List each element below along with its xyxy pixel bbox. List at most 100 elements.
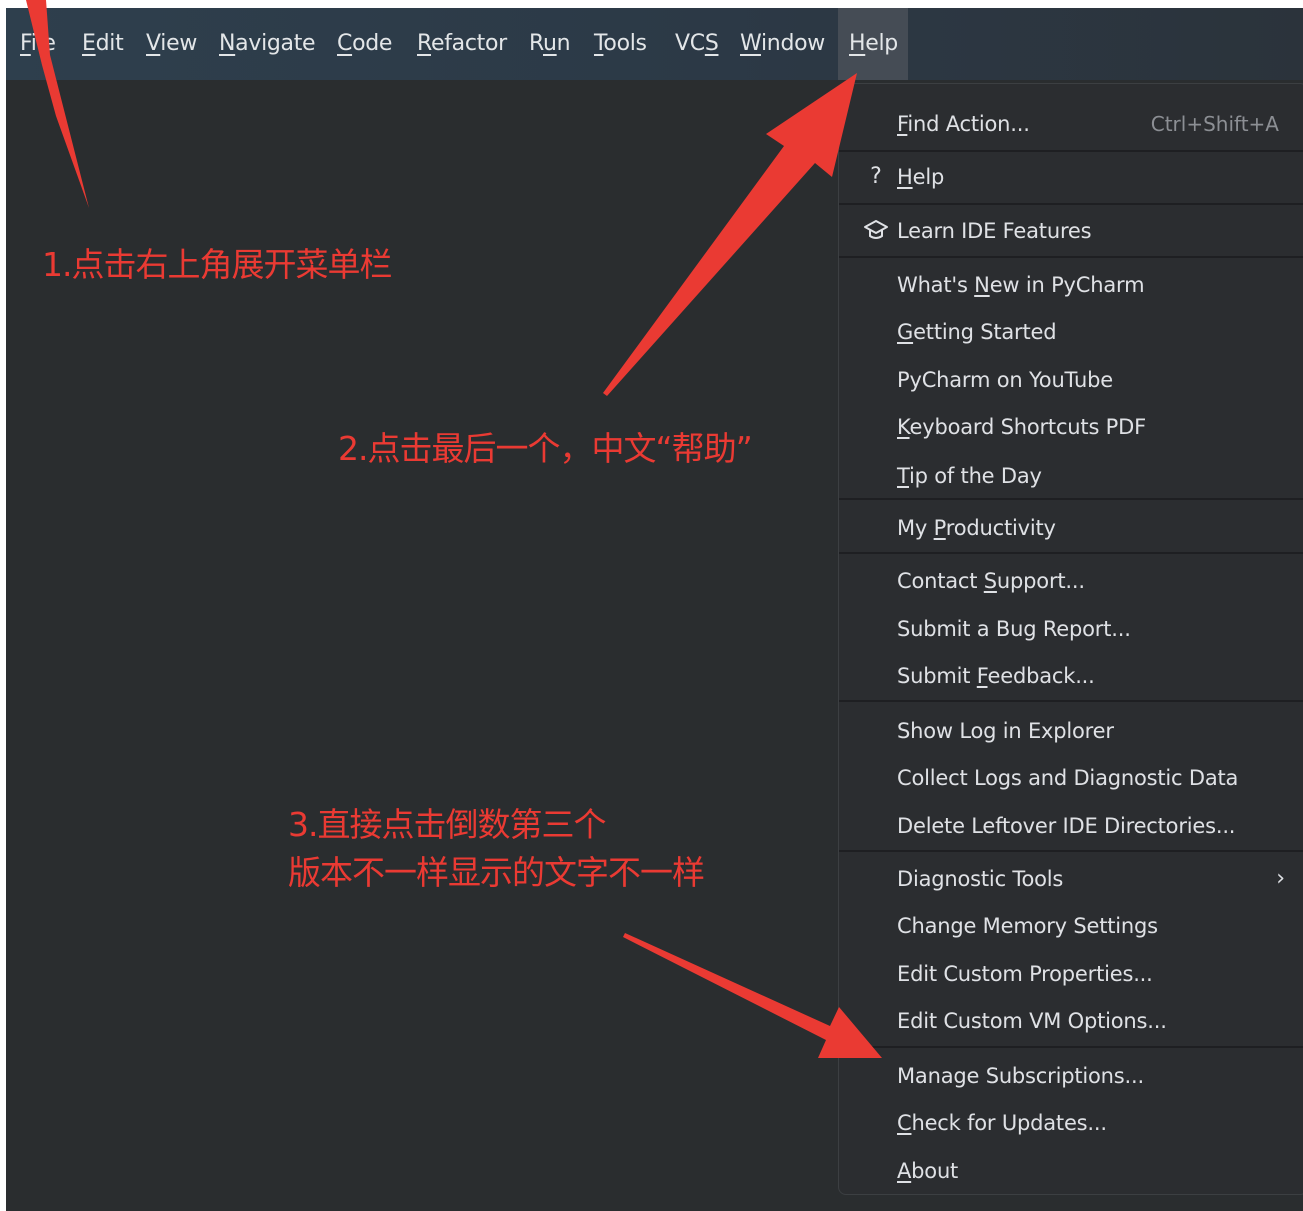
label-mnemonic: H (897, 165, 913, 189)
menu-item-change-memory-settings[interactable]: Change Memory Settings (839, 903, 1303, 949)
menu-run[interactable]: Run (529, 26, 571, 62)
menu-separator (839, 150, 1303, 152)
label-mnemonic: K (897, 415, 910, 439)
menu-item-keyboard-shortcuts-pdf[interactable]: Keyboard Shortcuts PDF (839, 404, 1303, 450)
menu-vcs[interactable]: VCS (675, 26, 719, 62)
label-post: roductivity (945, 516, 1056, 540)
menu-window-mnemonic: W (740, 31, 761, 56)
label-post: ip of the Day (908, 464, 1042, 488)
menu-item-manage-subscriptions[interactable]: Manage Subscriptions... (839, 1053, 1303, 1099)
menu-item-label: Keyboard Shortcuts PDF (897, 404, 1146, 450)
menu-item-label: Collect Logs and Diagnostic Data (897, 755, 1238, 801)
menu-tools-post: ools (603, 31, 647, 56)
label-post: bout (911, 1159, 959, 1183)
menu-item-diagnostic-tools[interactable]: Diagnostic Tools › (839, 856, 1303, 902)
menu-navigate[interactable]: Navigate (219, 26, 316, 62)
menu-tools[interactable]: Tools (594, 26, 647, 62)
menu-help[interactable]: Help (849, 26, 898, 62)
menu-refactor-post: efactor (431, 31, 507, 56)
menu-view-mnemonic: V (146, 31, 161, 56)
menu-item-label: Change Memory Settings (897, 903, 1158, 949)
menu-item-label: Edit Custom Properties... (897, 951, 1153, 997)
menu-item-contact-support[interactable]: Contact Support... (839, 558, 1303, 604)
menu-tools-mnemonic: T (594, 31, 604, 56)
question-icon: ? (870, 164, 882, 189)
menu-item-label: My Productivity (897, 505, 1056, 551)
menu-item-about[interactable]: About (839, 1148, 1303, 1194)
label-post: heck for Updates... (911, 1111, 1107, 1135)
chevron-right-icon: › (1276, 866, 1285, 891)
menu-item-check-for-updates[interactable]: Check for Updates... (839, 1100, 1303, 1146)
menu-item-label: Manage Subscriptions... (897, 1053, 1144, 1099)
label-post: ind Action... (907, 112, 1030, 136)
label-post: eyboard Shortcuts PDF (909, 415, 1147, 439)
label-pre: Diagnostic Tools (897, 867, 1064, 891)
menu-item-show-log[interactable]: Show Log in Explorer (839, 708, 1303, 754)
menu-vcs-mnemonic: S (704, 31, 719, 56)
label-pre: My (897, 516, 934, 540)
menu-window-post: indow (760, 31, 825, 56)
menu-item-label: Learn IDE Features (897, 208, 1092, 254)
menu-file[interactable]: File (20, 26, 56, 62)
label-pre: What's (897, 273, 975, 297)
menu-item-label: Show Log in Explorer (897, 708, 1114, 754)
menu-item-label: Tip of the Day (897, 453, 1042, 499)
menu-item-collect-logs[interactable]: Collect Logs and Diagnostic Data (839, 755, 1303, 801)
label-mnemonic: A (897, 1159, 912, 1183)
label-post: ew in PyCharm (989, 273, 1145, 297)
menu-code[interactable]: Code (337, 26, 392, 62)
menu-item-learn-ide-features[interactable]: Learn IDE Features (839, 208, 1303, 254)
menu-item-edit-custom-properties[interactable]: Edit Custom Properties... (839, 951, 1303, 997)
menu-help-post: elp (865, 31, 898, 56)
menu-item-help[interactable]: ? Help (839, 154, 1303, 200)
label-mnemonic: P (933, 516, 946, 540)
label-pre: Submit (897, 664, 977, 688)
label-pre: Submit a Bug Report... (897, 617, 1131, 641)
menu-run-post: n (556, 31, 571, 56)
label-pre: PyCharm on YouTube (897, 368, 1113, 392)
label-mnemonic: C (897, 1111, 912, 1135)
label-post: eedback... (987, 664, 1095, 688)
label-mnemonic: G (897, 320, 914, 344)
menu-vcs-pre: VC (675, 31, 705, 56)
label-pre: Show Log in Explorer (897, 719, 1114, 743)
menu-item-edit-custom-vm-options[interactable]: Edit Custom VM Options... (839, 998, 1303, 1044)
menu-item-label: About (897, 1148, 958, 1194)
menu-item-getting-started[interactable]: Getting Started (839, 309, 1303, 355)
menu-item-delete-leftover-dirs[interactable]: Delete Leftover IDE Directories... (839, 803, 1303, 849)
menu-item-whats-new[interactable]: What's New in PyCharm (839, 262, 1303, 308)
annotation-step-3-line-2: 版本不一样显示的文字不一样 (288, 853, 705, 892)
label-post: etting Started (913, 320, 1057, 344)
menu-file-post: ile (30, 31, 56, 56)
label-post: elp (912, 165, 945, 189)
menu-file-mnemonic: F (20, 31, 31, 56)
menu-edit[interactable]: Edit (82, 26, 124, 62)
menu-item-submit-bug-report[interactable]: Submit a Bug Report... (839, 606, 1303, 652)
menu-separator (839, 850, 1303, 852)
menu-item-tip-of-the-day[interactable]: Tip of the Day (839, 453, 1303, 499)
menu-item-label: Getting Started (897, 309, 1057, 355)
menu-window[interactable]: Window (740, 26, 825, 62)
menu-item-label: Check for Updates... (897, 1100, 1107, 1146)
label-pre: Change Memory Settings (897, 914, 1158, 938)
menu-item-label: Edit Custom VM Options... (897, 998, 1167, 1044)
label-pre: Manage Subscriptions... (897, 1064, 1144, 1088)
menu-item-submit-feedback[interactable]: Submit Feedback... (839, 653, 1303, 699)
menu-separator (839, 203, 1303, 205)
label-pre: Edit Custom VM Options... (897, 1009, 1167, 1033)
menu-item-find-action[interactable]: Find Action... Ctrl+Shift+A (839, 101, 1303, 147)
menu-view[interactable]: View (146, 26, 197, 62)
menu-separator (839, 700, 1303, 702)
menu-bar: File Edit View Navigate Code Refactor Ru… (6, 8, 1303, 80)
menu-item-label: Find Action... (897, 101, 1030, 147)
menu-separator (839, 1046, 1303, 1048)
menu-refactor[interactable]: Refactor (417, 26, 507, 62)
label-pre: Collect Logs and Diagnostic Data (897, 766, 1239, 790)
menu-separator (839, 552, 1303, 554)
menu-item-pycharm-youtube[interactable]: PyCharm on YouTube (839, 357, 1303, 403)
label-mnemonic: F (976, 664, 988, 688)
label-mnemonic: S (983, 569, 997, 593)
label-post: upport... (996, 569, 1085, 593)
menu-item-my-productivity[interactable]: My Productivity (839, 505, 1303, 551)
label-mnemonic: F (897, 112, 908, 136)
